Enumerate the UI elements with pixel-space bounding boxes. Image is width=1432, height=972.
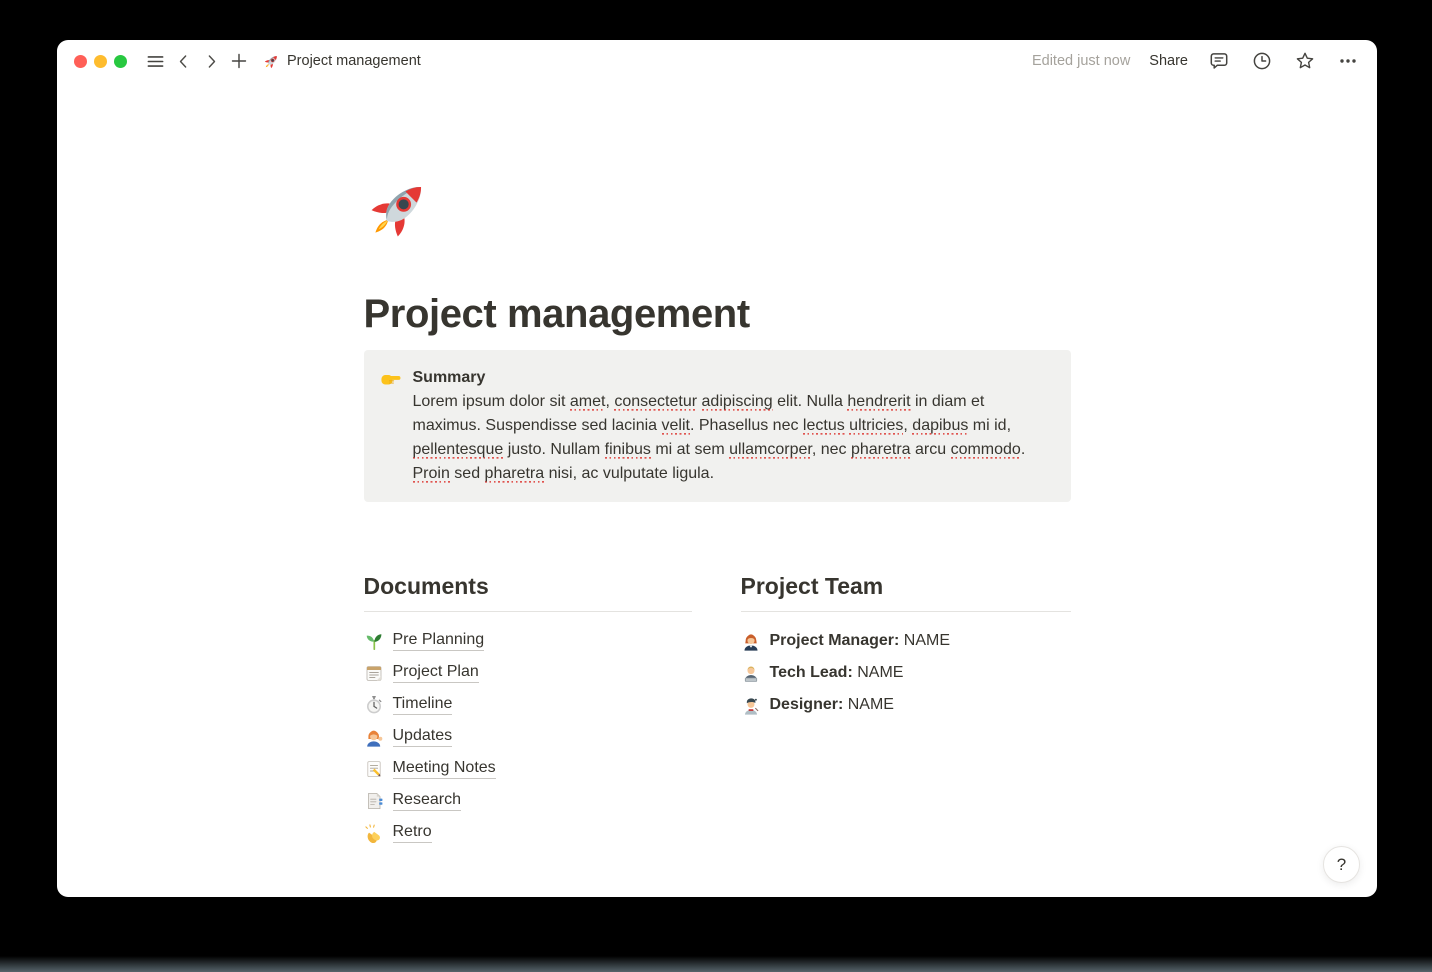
team-member-project-manager: Project Manager: NAME: [741, 625, 1071, 657]
doc-link-updates[interactable]: Updates: [364, 721, 692, 753]
summary-body: Lorem ipsum dolor sit amet, consectetur …: [413, 390, 1051, 486]
desktop-background: Project management Edited just now Share: [0, 0, 1432, 972]
clapping-hands-icon: [364, 823, 384, 843]
rocket-icon[interactable]: [364, 174, 434, 244]
help-button-label: ?: [1337, 855, 1346, 875]
memo-icon: [364, 759, 384, 779]
team-list: Project Manager: NAME: [741, 625, 1071, 721]
titlebar-nav: [143, 49, 251, 73]
doc-link-label: Research: [393, 791, 461, 812]
documents-list: Pre Planning Projec: [364, 625, 692, 849]
page-title: Project management: [364, 290, 1071, 338]
close-window-button[interactable]: [74, 55, 87, 68]
minimize-window-button[interactable]: [94, 55, 107, 68]
summary-content: Summary Lorem ipsum dolor sit amet, cons…: [413, 366, 1051, 486]
doc-link-label: Updates: [393, 727, 453, 748]
man-technologist-icon: [741, 663, 761, 683]
summary-callout: Summary Lorem ipsum dolor sit amet, cons…: [364, 350, 1071, 502]
doc-link-label: Timeline: [393, 695, 453, 716]
spiral-notepad-icon: [364, 663, 384, 683]
page-content: Project management Summary Lorem ipsum d…: [364, 78, 1071, 849]
forward-icon[interactable]: [199, 49, 223, 73]
doc-link-meeting-notes[interactable]: Meeting Notes: [364, 753, 692, 785]
team-role: Designer:: [770, 696, 844, 713]
woman-tipping-hand-icon: [364, 727, 384, 747]
man-artist-icon: [741, 695, 761, 715]
doc-link-label: Meeting Notes: [393, 759, 496, 780]
doc-link-research[interactable]: Research: [364, 785, 692, 817]
app-window: Project management Edited just now Share: [57, 40, 1377, 897]
more-icon[interactable]: [1336, 49, 1360, 73]
team-name: NAME: [904, 632, 950, 649]
doc-link-project-plan[interactable]: Project Plan: [364, 657, 692, 689]
desktop-bottom-edge: [0, 956, 1432, 972]
woman-office-worker-icon: [741, 631, 761, 651]
team-member-designer: Designer: NAME: [741, 689, 1071, 721]
project-team-column: Project Team: [741, 572, 1071, 849]
favorite-icon[interactable]: [1293, 49, 1317, 73]
titlebar-actions: Edited just now Share: [1032, 49, 1360, 73]
rocket-icon: [263, 53, 280, 70]
back-icon[interactable]: [171, 49, 195, 73]
documents-column: Documents Pre Planning: [364, 572, 692, 849]
documents-divider: [364, 611, 692, 612]
window-titlebar: Project management Edited just now Share: [57, 44, 1377, 78]
hamburger-icon[interactable]: [143, 49, 167, 73]
share-button[interactable]: Share: [1149, 53, 1188, 69]
titlebar-document-title[interactable]: Project management: [263, 53, 421, 70]
project-team-divider: [741, 611, 1071, 612]
new-tab-icon[interactable]: [227, 49, 251, 73]
seedling-icon: [364, 631, 384, 651]
titlebar-title-text: Project management: [287, 53, 421, 69]
team-name: NAME: [857, 664, 903, 681]
team-member-text: Project Manager: NAME: [770, 632, 951, 650]
two-column-section: Documents Pre Planning: [364, 572, 1071, 849]
comment-icon[interactable]: [1207, 49, 1231, 73]
pointing-right-icon: [380, 367, 402, 389]
bookmark-tabs-icon: [364, 791, 384, 811]
doc-link-retro[interactable]: Retro: [364, 817, 692, 849]
summary-title: Summary: [413, 366, 1051, 390]
team-member-tech-lead: Tech Lead: NAME: [741, 657, 1071, 689]
stopwatch-icon: [364, 695, 384, 715]
project-team-heading: Project Team: [741, 572, 1071, 601]
zoom-window-button[interactable]: [114, 55, 127, 68]
doc-link-label: Pre Planning: [393, 631, 485, 652]
help-button[interactable]: ?: [1323, 846, 1360, 883]
history-icon[interactable]: [1250, 49, 1274, 73]
documents-heading: Documents: [364, 572, 692, 601]
doc-link-timeline[interactable]: Timeline: [364, 689, 692, 721]
team-role: Project Manager:: [770, 632, 900, 649]
traffic-lights: [74, 55, 134, 68]
team-name: NAME: [848, 696, 894, 713]
team-member-text: Designer: NAME: [770, 696, 894, 714]
doc-link-label: Project Plan: [393, 663, 479, 684]
team-role: Tech Lead:: [770, 664, 853, 681]
doc-link-label: Retro: [393, 823, 432, 844]
doc-link-pre-planning[interactable]: Pre Planning: [364, 625, 692, 657]
edited-status: Edited just now: [1032, 53, 1130, 69]
team-member-text: Tech Lead: NAME: [770, 664, 904, 682]
